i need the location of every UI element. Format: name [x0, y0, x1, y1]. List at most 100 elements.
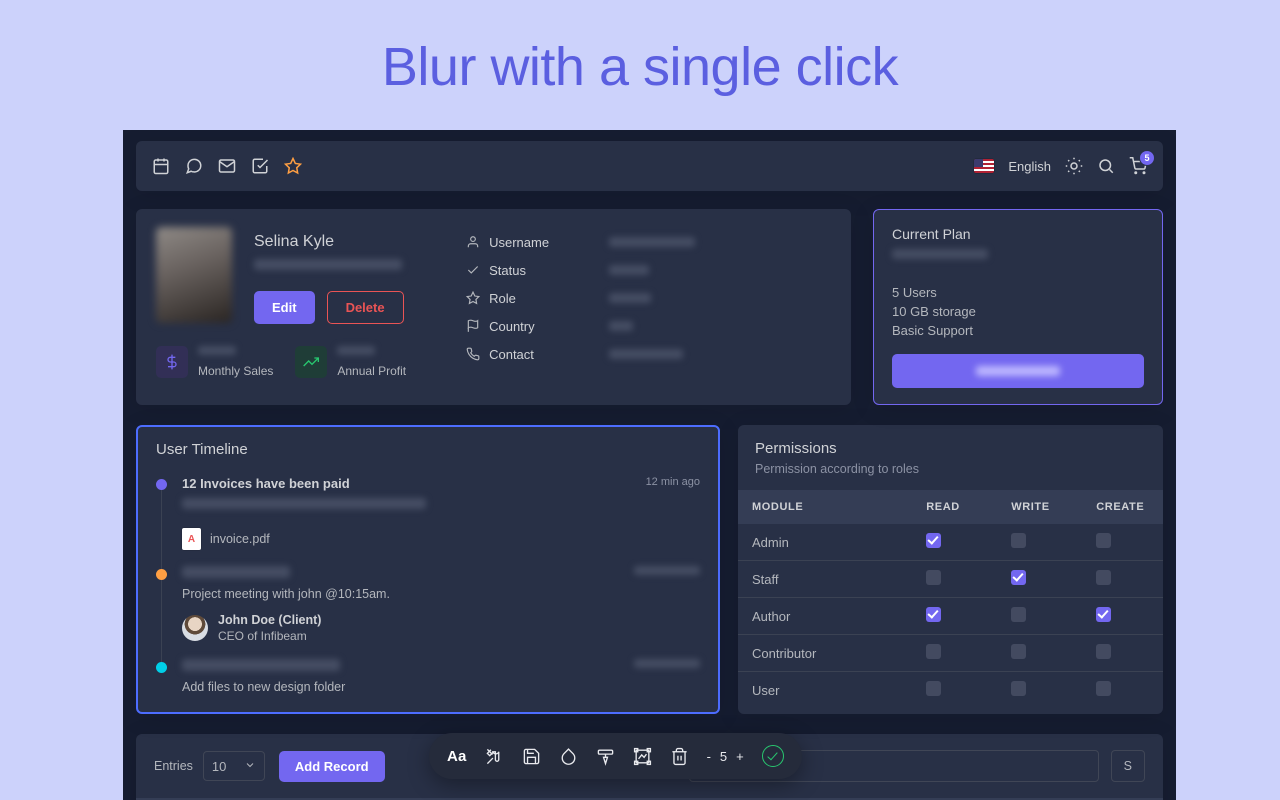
permission-checkbox[interactable]: [926, 644, 942, 659]
permission-checkbox[interactable]: [926, 533, 942, 548]
stepper-value: 5: [719, 748, 728, 764]
detail-label: Contact: [489, 346, 534, 362]
timeline-attachment[interactable]: A invoice.pdf: [182, 528, 700, 550]
table-row: Author: [738, 597, 1163, 635]
trending-up-icon: [295, 346, 328, 378]
export-button[interactable]: S: [1110, 750, 1145, 782]
timeline-item-head: [182, 659, 700, 674]
timeline-item-head: [182, 566, 700, 581]
detail-value-blurred: [609, 293, 652, 303]
permission-checkbox[interactable]: [1011, 681, 1027, 696]
blur-icon[interactable]: [559, 747, 578, 766]
table-row: User: [738, 672, 1163, 709]
stepper-minus[interactable]: -: [707, 749, 711, 764]
permission-checkbox[interactable]: [1011, 570, 1027, 585]
plan-feature: Basic Support: [892, 323, 973, 338]
permission-checkbox[interactable]: [926, 607, 942, 622]
timeline-item: 12 Invoices have been paid 12 min ago A …: [156, 476, 700, 566]
timeline-item-title-blurred: [182, 659, 340, 671]
create-cell: [1082, 634, 1163, 672]
stat-monthly-sales: Monthly Sales: [156, 346, 273, 378]
monthly-sales-label: Monthly Sales: [198, 364, 274, 378]
read-cell: [912, 597, 998, 635]
permission-checkbox[interactable]: [1011, 533, 1027, 548]
cart-icon[interactable]: 5: [1129, 150, 1155, 175]
avatar: [156, 227, 232, 323]
permissions-col-module: MODULE: [738, 490, 913, 524]
create-cell: [1082, 524, 1163, 561]
stepper-plus[interactable]: +: [736, 749, 744, 764]
detail-value-blurred: [609, 237, 696, 247]
delete-button[interactable]: Delete: [326, 291, 404, 324]
permission-checkbox[interactable]: [1011, 607, 1027, 622]
user-icon: [466, 235, 480, 249]
tools-icon[interactable]: [485, 747, 504, 766]
timeline-dot: [156, 569, 167, 580]
timeline-item-title: 12 Invoices have been paid: [182, 476, 350, 491]
entries-select[interactable]: 10: [202, 751, 265, 781]
permission-checkbox[interactable]: [1096, 644, 1112, 659]
profile-stats: Monthly Sales Annual Profit: [156, 346, 406, 378]
permission-checkbox[interactable]: [1096, 570, 1112, 585]
profile-row: Selina Kyle Edit Delete Monthly Sales An…: [136, 209, 1163, 405]
paint-roller-icon[interactable]: [596, 747, 615, 766]
timeline-item: Project meeting with john @10:15am. John…: [156, 566, 700, 659]
timeline-list: 12 Invoices have been paid 12 min ago A …: [156, 476, 700, 694]
detail-label: Role: [489, 290, 516, 306]
detail-role: Role: [466, 288, 695, 308]
check-circle-icon[interactable]: [761, 745, 784, 767]
content-area: Selina Kyle Edit Delete Monthly Sales An…: [123, 191, 1176, 800]
language-label[interactable]: English: [1008, 159, 1051, 174]
crop-icon[interactable]: [633, 747, 652, 766]
module-name: Staff: [738, 560, 913, 598]
timeline-item-time-blurred: [634, 659, 700, 668]
module-name: Admin: [738, 524, 913, 561]
navbar-left-icons: [152, 157, 302, 175]
permissions-header-row: MODULE READ WRITE CREATE: [738, 490, 1163, 524]
sun-icon[interactable]: [1065, 157, 1083, 175]
permissions-card: Permissions Permission according to role…: [738, 425, 1163, 714]
us-flag-icon[interactable]: [974, 159, 995, 173]
search-icon[interactable]: [1097, 157, 1115, 175]
user-timeline-card[interactable]: User Timeline 12 Invoices have been paid…: [136, 425, 720, 714]
calendar-icon[interactable]: [152, 157, 170, 175]
phone-icon: [466, 347, 480, 361]
timeline-item-desc-blurred: [182, 498, 426, 509]
timeline-item-desc: Add files to new design folder: [182, 680, 346, 694]
write-cell: [997, 524, 1083, 561]
add-record-button[interactable]: Add Record: [278, 750, 385, 782]
timeline-item-time: 12 min ago: [645, 476, 700, 488]
permission-checkbox[interactable]: [926, 570, 942, 585]
attachment-name: invoice.pdf: [210, 532, 270, 546]
permission-checkbox[interactable]: [1096, 607, 1112, 622]
save-icon[interactable]: [522, 747, 541, 766]
write-cell: [997, 672, 1082, 709]
permission-checkbox[interactable]: [1011, 644, 1027, 659]
todo-icon[interactable]: [251, 157, 269, 175]
timeline-item-time-blurred: [634, 566, 700, 575]
detail-value-blurred: [609, 321, 634, 331]
upgrade-plan-label-blurred: [976, 366, 1060, 376]
permissions-col-write: WRITE: [997, 490, 1083, 524]
timeline-person: John Doe (Client) CEO of Infibeam: [182, 613, 700, 643]
detail-username: Username: [466, 232, 696, 252]
mail-icon[interactable]: [218, 157, 236, 175]
plan-feature-list: 5 Users 10 GB storage Basic Support: [892, 283, 1144, 340]
detail-value-blurred: [609, 265, 650, 275]
plan-feature: 10 GB storage: [892, 304, 976, 319]
permission-checkbox[interactable]: [926, 681, 942, 696]
navbar-right-controls: English 5: [974, 150, 1155, 175]
trash-icon[interactable]: [670, 747, 689, 766]
upgrade-plan-button[interactable]: [892, 354, 1144, 388]
detail-label: Username: [489, 234, 550, 250]
size-stepper: - 5 +: [707, 749, 744, 764]
text-tool-icon[interactable]: Aa: [447, 748, 467, 765]
edit-button[interactable]: Edit: [254, 291, 315, 324]
star-icon: [466, 291, 481, 305]
table-row: Admin: [738, 524, 1163, 561]
chat-icon[interactable]: [185, 157, 203, 175]
star-icon[interactable]: [284, 157, 302, 175]
permission-checkbox[interactable]: [1096, 533, 1112, 548]
permission-checkbox[interactable]: [1096, 681, 1112, 696]
user-name: Selina Kyle: [254, 233, 335, 250]
